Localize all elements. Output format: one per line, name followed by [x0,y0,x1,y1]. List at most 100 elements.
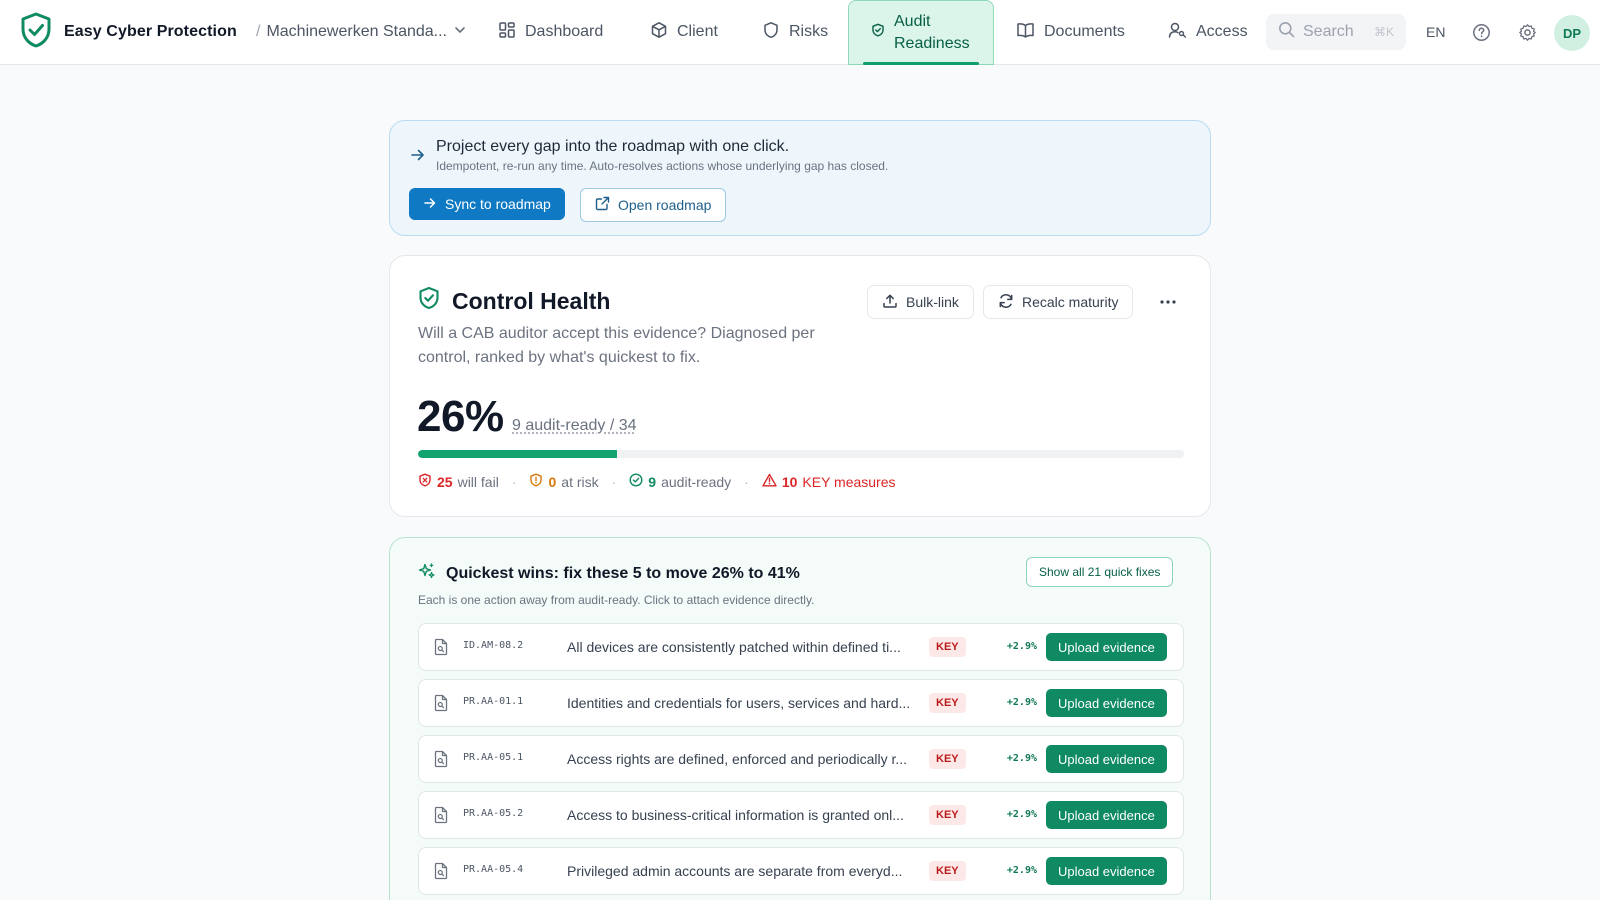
quick-win-row[interactable]: PR.AA-05.4 Privileged admin accounts are… [418,847,1184,895]
stat-audit-ready[interactable]: 9 audit-ready [629,473,731,490]
upload-evidence-button[interactable]: Upload evidence [1046,633,1167,661]
sync-title: Project every gap into the roadmap with … [436,138,789,156]
quick-win-row[interactable]: PR.AA-05.2 Access to business-critical i… [418,791,1184,839]
sync-subtitle: Idempotent, re-run any time. Auto-resolv… [436,159,888,173]
key-measures-count: 10 [782,474,798,490]
audit-ready-percentage: 26% [417,392,504,442]
package-icon [650,21,668,44]
quick-wins-heading: Quickest wins: fix these 5 to move 26% t… [418,562,800,585]
refresh-icon [998,293,1014,312]
audit-ready-progress-bar [418,450,1184,458]
key-measures-label: KEY measures [802,474,895,490]
chevron-down-icon [453,23,467,42]
bulk-link-button[interactable]: Bulk-link [867,285,974,319]
control-code: ID.AM-08.2 [463,640,523,651]
arrow-right-icon [410,147,426,168]
external-link-icon [595,196,610,214]
key-badge: KEY [929,861,966,881]
file-search-icon [433,806,449,829]
shield-check-icon [871,23,885,42]
search-input[interactable]: Search ⌘K [1266,14,1406,50]
control-code: PR.AA-01.1 [463,696,523,707]
help-icon[interactable] [1469,20,1493,44]
upload-evidence-button[interactable]: Upload evidence [1046,857,1167,885]
nav-access-label: Access [1196,23,1248,41]
more-options-icon[interactable] [1154,288,1182,316]
quick-win-row[interactable]: PR.AA-05.1 Access rights are defined, en… [418,735,1184,783]
recalc-maturity-button[interactable]: Recalc maturity [983,285,1133,319]
shield-x-icon [418,473,432,490]
recalc-maturity-label: Recalc maturity [1022,294,1118,310]
nav-documents[interactable]: Documents [1016,0,1125,64]
nav-risks[interactable]: Risks [762,0,828,64]
search-icon [1278,21,1295,43]
upload-evidence-button[interactable]: Upload evidence [1046,801,1167,829]
quick-win-row[interactable]: ID.AM-08.2 All devices are consistently … [418,623,1184,671]
file-search-icon [433,638,449,661]
gear-icon[interactable] [1515,20,1539,44]
brand-name: Easy Cyber Protection [64,23,237,41]
stat-at-risk[interactable]: 0 at risk [529,473,598,490]
show-all-quick-fixes-button[interactable]: Show all 21 quick fixes [1026,557,1173,587]
sync-to-roadmap-label: Sync to roadmap [445,196,551,212]
nav-audit-readiness[interactable]: Audit Readiness [848,0,994,65]
score-gain: +2.9% [989,865,1037,876]
nav-client-label: Client [677,23,718,41]
tenant-name: Machinewerken Standa... [266,23,447,41]
progress-bar-fill [418,450,617,458]
grid-icon [498,21,516,44]
audit-ready-count: 9 [648,474,656,490]
brand[interactable]: Easy Cyber Protection [20,0,237,64]
stat-key-measures[interactable]: 10 KEY measures [762,473,896,490]
nav-dashboard[interactable]: Dashboard [498,0,603,64]
nav-access[interactable]: Access [1168,0,1248,64]
quick-wins-subtitle: Each is one action away from audit-ready… [418,593,814,607]
open-roadmap-label: Open roadmap [618,197,711,213]
sparkles-icon [418,562,436,585]
user-key-icon [1168,21,1187,44]
quick-wins-title: Quickest wins: fix these 5 to move 26% t… [446,565,800,583]
will-fail-count: 25 [437,474,453,490]
audit-ready-summary[interactable]: 9 audit-ready / 34 [512,417,637,435]
at-risk-label: at risk [561,474,598,490]
search-shortcut: ⌘K [1374,25,1394,39]
nav-client[interactable]: Client [650,0,718,64]
control-description: Identities and credentials for users, se… [567,695,915,711]
language-switcher[interactable]: EN [1426,0,1445,64]
score-gain: +2.9% [989,641,1037,652]
control-description: Access to business-critical information … [567,807,915,823]
key-badge: KEY [929,749,966,769]
breadcrumb-separator: / [256,23,260,41]
search-placeholder: Search [1303,23,1354,41]
control-health-title: Control Health [452,288,610,315]
bulk-link-label: Bulk-link [906,294,959,310]
upload-evidence-button[interactable]: Upload evidence [1046,689,1167,717]
quick-win-row[interactable]: PR.AA-01.1 Identities and credentials fo… [418,679,1184,727]
control-health-card: Control Health Will a CAB auditor accept… [389,255,1211,517]
alert-triangle-icon [762,473,777,490]
will-fail-label: will fail [458,474,499,490]
control-code: PR.AA-05.1 [463,752,523,763]
arrow-right-icon [423,196,437,213]
open-roadmap-button[interactable]: Open roadmap [580,188,726,222]
tenant-switcher[interactable]: / Machinewerken Standa... [256,0,467,64]
control-health-heading: Control Health [418,286,610,316]
control-description: Access rights are defined, enforced and … [567,751,915,767]
sync-to-roadmap-button[interactable]: Sync to roadmap [409,188,565,220]
separator: · [512,474,517,490]
control-code: PR.AA-05.4 [463,864,523,875]
nav-audit-readiness-label: Audit Readiness [894,11,971,55]
file-search-icon [433,750,449,773]
health-stats: 25 will fail · 0 at risk · 9 audit-ready… [418,473,896,490]
top-navigation-bar: Easy Cyber Protection / Machinewerken St… [0,0,1600,65]
separator: · [612,474,617,490]
key-badge: KEY [929,805,966,825]
key-badge: KEY [929,693,966,713]
roadmap-sync-card: Project every gap into the roadmap with … [389,120,1211,236]
user-avatar[interactable]: DP [1554,15,1590,51]
quick-wins-card: Quickest wins: fix these 5 to move 26% t… [389,537,1211,900]
stat-will-fail[interactable]: 25 will fail [418,473,499,490]
shield-check-icon [418,286,440,316]
score-gain: +2.9% [989,809,1037,820]
upload-evidence-button[interactable]: Upload evidence [1046,745,1167,773]
